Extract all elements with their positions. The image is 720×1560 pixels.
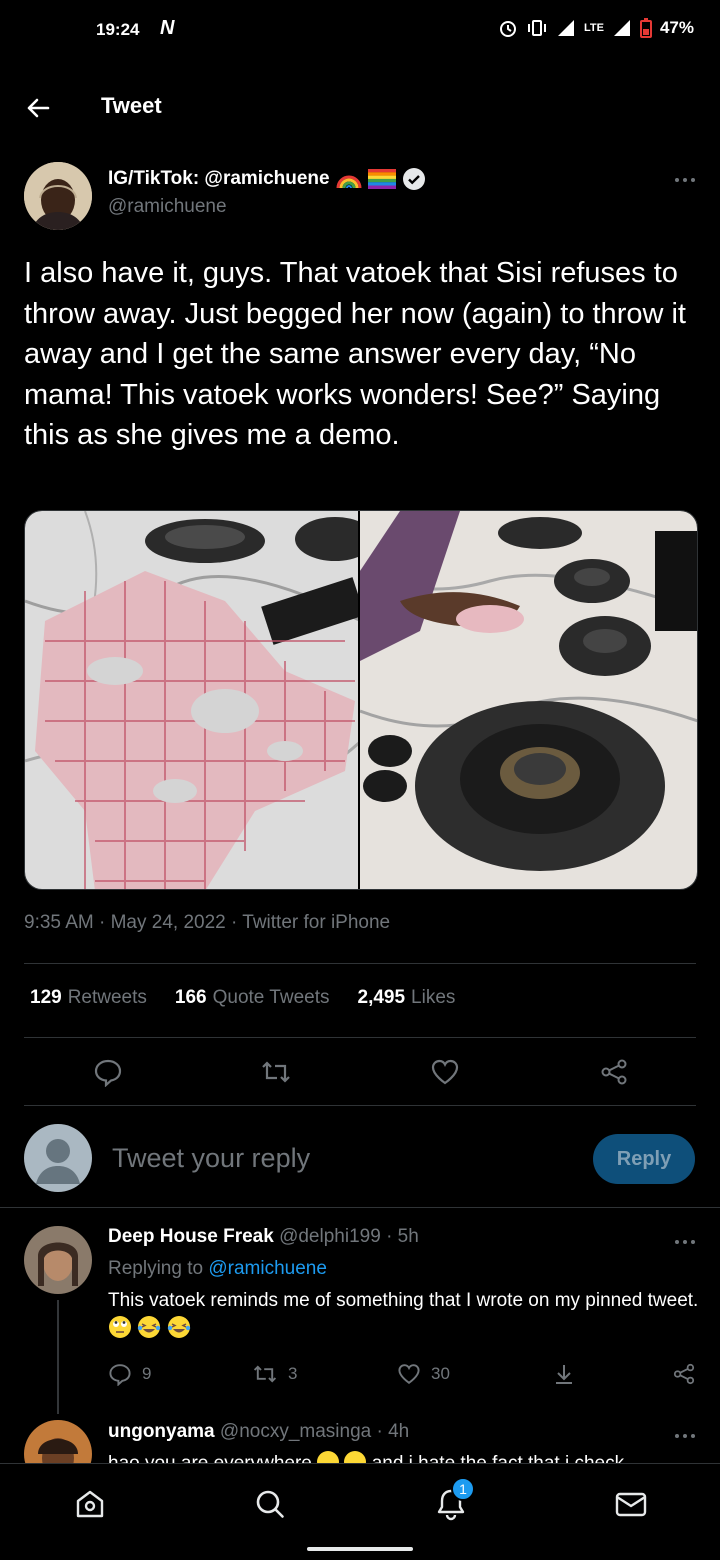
nav-home[interactable] (70, 1484, 110, 1524)
nav-messages[interactable] (611, 1484, 651, 1524)
replying-to-link[interactable]: @ramichuene (208, 1258, 327, 1279)
signal-icon (558, 20, 574, 36)
reply-1-time: · 5h (386, 1226, 419, 1247)
reply-1-download[interactable] (552, 1362, 576, 1386)
reply-2-handle: @nocxy_masinga (219, 1421, 372, 1442)
reply-2-name: ungonyama (108, 1421, 215, 1442)
quote-tweets-stat[interactable]: 166 Quote Tweets (175, 987, 330, 1009)
reply-2-more-button[interactable] (674, 1426, 696, 1446)
avatar-photo (24, 1226, 92, 1294)
reply-1-like[interactable]: 30 (397, 1362, 450, 1386)
like-action[interactable] (425, 1052, 465, 1092)
more-icon (675, 178, 695, 182)
like-icon (398, 1364, 420, 1384)
reply-1-handle: @delphi199 (279, 1226, 381, 1247)
divider (0, 1207, 720, 1208)
thread-line (57, 1300, 59, 1414)
author-avatar[interactable] (24, 162, 92, 230)
comment-icon (94, 1059, 122, 1087)
tweet-stats: 129 Retweets 166 Quote Tweets 2,495 Likes (30, 987, 455, 1009)
more-options-button[interactable] (674, 170, 696, 190)
divider (24, 963, 696, 964)
media-image-cloth[interactable] (25, 511, 360, 889)
retweet-icon (262, 1061, 290, 1083)
download-icon (556, 1365, 572, 1384)
status-bar: 19:24 N LTE 47% (0, 0, 720, 60)
more-icon (675, 1434, 695, 1438)
divider (24, 1105, 696, 1106)
tweet-media[interactable] (24, 510, 698, 890)
home-icon (76, 1490, 104, 1518)
reply-1-retweet[interactable]: 3 (252, 1362, 297, 1386)
back-button[interactable] (22, 92, 54, 124)
retweets-stat[interactable]: 129 Retweets (30, 987, 147, 1009)
comment-icon (109, 1364, 131, 1386)
page-title: Tweet (101, 93, 162, 118)
search-icon (256, 1490, 284, 1518)
retweet-icon (253, 1365, 277, 1383)
media-image-stove[interactable] (360, 511, 697, 889)
more-icon (675, 1240, 695, 1244)
reply-action[interactable] (88, 1052, 128, 1092)
tears-of-joy-emoji-icon (167, 1316, 190, 1338)
user-avatar (24, 1124, 92, 1192)
rainbow-flag-icon (367, 169, 396, 189)
top-app-bar: Tweet (0, 80, 720, 136)
share-icon (673, 1363, 695, 1385)
author-name-row[interactable]: IG/TikTok: @ramichuene (108, 167, 426, 191)
network-type: LTE (584, 22, 604, 34)
rainbow-emoji-icon (336, 175, 362, 189)
retweet-action[interactable] (256, 1052, 296, 1092)
tweet-actions (0, 1052, 720, 1092)
reply-1-replying-to: Replying to @ramichuene (108, 1258, 327, 1279)
verified-badge-icon (402, 168, 425, 190)
vibrate-icon (528, 20, 546, 36)
battery-icon (639, 18, 652, 38)
signal-2-icon (613, 20, 630, 36)
reply-1-header[interactable]: Deep House Freak @delphi199 · 5h (108, 1226, 419, 1248)
reply-1-name: Deep House Freak (108, 1226, 274, 1247)
tears-of-joy-emoji-icon (138, 1316, 161, 1338)
reply-button[interactable]: Reply (593, 1134, 695, 1184)
tweet-text: I also have it, guys. That vatoek that S… (24, 257, 686, 452)
reply-1-actions: 9 3 30 (108, 1362, 698, 1388)
like-icon (431, 1059, 459, 1085)
likes-stat[interactable]: 2,495 Likes (358, 987, 456, 1009)
bottom-navigation: 1 (0, 1463, 720, 1560)
home-indicator[interactable] (307, 1547, 413, 1551)
reply-input[interactable]: Tweet your reply (112, 1143, 310, 1174)
share-action[interactable] (594, 1052, 634, 1092)
reply-2-header[interactable]: ungonyama @nocxy_masinga · 4h (108, 1421, 409, 1443)
reply-1-comment[interactable]: 9 (108, 1362, 151, 1386)
reply-avatar-1[interactable] (24, 1226, 92, 1294)
back-arrow-icon (27, 98, 50, 118)
share-icon (601, 1059, 627, 1085)
battery-percent: 47% (659, 18, 694, 37)
eye-roll-emoji-icon (109, 1316, 131, 1338)
divider (24, 1037, 696, 1038)
reply-1-share[interactable] (672, 1362, 696, 1386)
tweet-timestamp[interactable]: 9:35 AM · May 24, 2022 · Twitter for iPh… (24, 912, 390, 934)
stove-photo (360, 511, 697, 889)
author-handle[interactable]: @ramichuene (108, 196, 227, 218)
avatar-photo (24, 162, 92, 230)
default-avatar-icon (36, 1139, 80, 1184)
notifications-badge: 1 (451, 1477, 475, 1501)
carrier-mark: N (160, 17, 175, 39)
cloth-photo (25, 511, 358, 889)
status-icons: LTE 47% (498, 18, 694, 38)
status-time: 19:24 (96, 20, 140, 39)
reply-1-text: This vatoek reminds me of something that… (108, 1290, 699, 1311)
alarm-icon (500, 21, 516, 37)
author-name: IG/TikTok: @ramichuene (108, 168, 330, 189)
reply-1-more-button[interactable] (674, 1232, 696, 1252)
messages-icon (615, 1492, 647, 1517)
reply-2-time: · 4h (376, 1421, 410, 1442)
reply-1-text-block: This vatoek reminds me of something that… (108, 1287, 700, 1343)
nav-search[interactable] (250, 1484, 290, 1524)
